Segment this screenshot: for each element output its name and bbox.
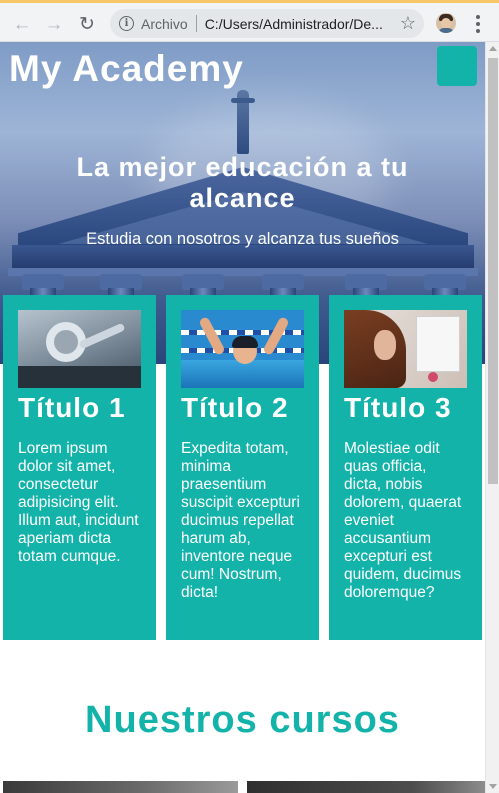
- star-icon[interactable]: ☆: [397, 11, 419, 35]
- card-image-swimmer: [181, 310, 304, 388]
- site-logo[interactable]: My Academy: [9, 48, 244, 90]
- card-title: Título 2: [181, 392, 289, 423]
- course-thumbnail[interactable]: [247, 781, 485, 793]
- feature-card: Título 3 Molestiae odit quas officia, di…: [329, 295, 482, 640]
- menu-button[interactable]: [437, 46, 477, 86]
- address-bar[interactable]: i Archivo C:/Users/Administrador/De...: [110, 9, 424, 38]
- page-viewport: My Academy La mejor educación a tu alcan…: [0, 42, 485, 793]
- reload-icon: ↻: [79, 13, 95, 35]
- back-button[interactable]: ←: [9, 11, 35, 37]
- info-icon[interactable]: i: [119, 16, 134, 31]
- card-image-robot: [18, 310, 141, 388]
- more-vert-icon[interactable]: [470, 13, 486, 35]
- card-title: Título 3: [344, 392, 452, 423]
- avatar[interactable]: [436, 13, 456, 33]
- arrow-right-icon: →: [44, 13, 64, 35]
- card-title: Título 1: [18, 392, 126, 423]
- course-thumbnail[interactable]: [3, 781, 238, 793]
- feature-card: Título 1 Lorem ipsum dolor sit amet, con…: [3, 295, 156, 640]
- reload-button[interactable]: ↻: [74, 11, 100, 37]
- hero-subtitle: Estudia con nosotros y alcanza tus sueño…: [86, 230, 399, 248]
- card-image-student: [344, 310, 467, 388]
- card-text: Expedita totam, minima praesentium susci…: [181, 440, 300, 601]
- security-label: Archivo: [141, 15, 188, 32]
- scroll-down-icon[interactable]: [489, 784, 497, 789]
- card-text: Molestiae odit quas officia, dicta, nobi…: [344, 440, 462, 601]
- arrow-left-icon: ←: [12, 13, 32, 35]
- browser-toolbar: ← → ↻ i Archivo C:/Users/Administrador/D…: [0, 0, 499, 42]
- card-text: Lorem ipsum dolor sit amet, consectetur …: [18, 440, 139, 565]
- building-cornice: [8, 268, 478, 276]
- courses-heading: Nuestros cursos: [85, 699, 400, 741]
- statue-arm-image: [231, 98, 255, 103]
- scroll-up-icon[interactable]: [489, 46, 497, 51]
- address-divider: [195, 15, 197, 32]
- feature-card: Título 2 Expedita totam, minima praesent…: [166, 295, 319, 640]
- scrollbar-thumb[interactable]: [488, 58, 498, 484]
- url-text[interactable]: C:/Users/Administrador/De...: [205, 16, 424, 32]
- hero-title: La mejor educación a tu alcance: [76, 152, 409, 213]
- forward-button[interactable]: →: [41, 11, 67, 37]
- scrollbar[interactable]: [485, 42, 499, 793]
